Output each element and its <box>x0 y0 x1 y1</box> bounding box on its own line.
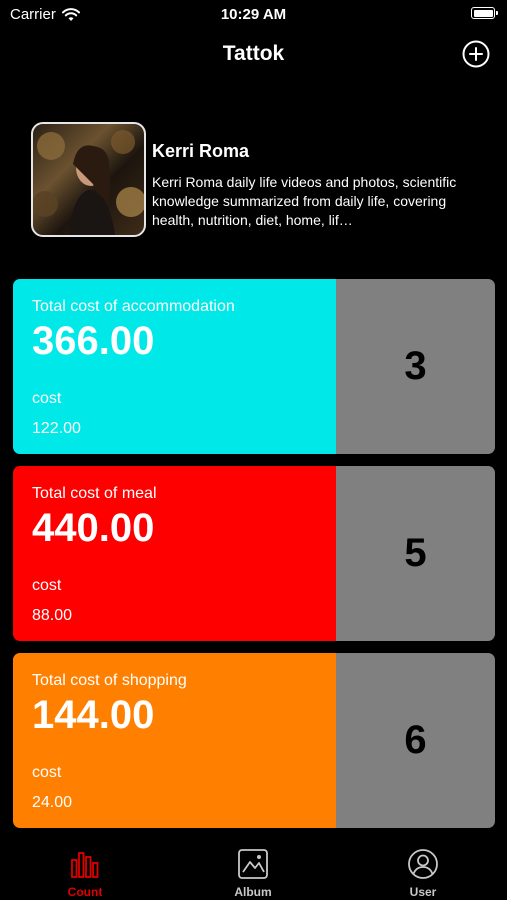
card-cost-label: cost <box>32 577 62 594</box>
card-cost-value: 24.00 <box>32 794 73 811</box>
tab-count[interactable]: Count <box>25 848 145 899</box>
status-bar: Carrier 10:29 AM <box>0 0 507 30</box>
card-total: 366.00 <box>32 319 155 363</box>
tab-album[interactable]: Album <box>193 848 313 899</box>
tab-user[interactable]: User <box>363 848 483 899</box>
profile-description: Kerri Roma daily life videos and photos,… <box>152 174 457 228</box>
card-count-panel: 6 <box>336 653 495 828</box>
add-button[interactable] <box>462 40 490 68</box>
card-main: Total cost of shopping 144.00 cost 24.00 <box>13 653 336 828</box>
card-count-panel: 5 <box>336 466 495 641</box>
card-cost-value: 88.00 <box>32 607 73 624</box>
card-count: 5 <box>404 531 427 575</box>
avatar <box>31 122 146 237</box>
card-total: 440.00 <box>32 506 155 550</box>
card-count: 6 <box>404 718 427 762</box>
profile-header: Kerri Roma Kerri Roma daily life videos … <box>31 122 487 237</box>
card-main: Total cost of meal 440.00 cost 88.00 <box>13 466 336 641</box>
app-screen: Carrier 10:29 AM Tattok Kerri Roma Kerri… <box>0 0 507 900</box>
card-title: Total cost of meal <box>32 485 157 502</box>
card-title: Total cost of accommodation <box>32 298 235 315</box>
card-accommodation[interactable]: Total cost of accommodation 366.00 cost … <box>13 279 495 454</box>
card-count: 3 <box>404 344 427 388</box>
nav-bar: Tattok <box>0 36 507 76</box>
page-title: Tattok <box>222 42 285 65</box>
card-title: Total cost of shopping <box>32 672 187 689</box>
tab-label: Album <box>234 885 272 899</box>
tab-label: Count <box>67 885 103 899</box>
bar-chart-icon <box>71 852 99 878</box>
card-cost-label: cost <box>32 764 62 781</box>
card-main: Total cost of accommodation 366.00 cost … <box>13 279 336 454</box>
profile-name: Kerri Roma <box>152 141 250 161</box>
tab-label: User <box>409 885 437 899</box>
card-count-panel: 3 <box>336 279 495 454</box>
card-cost-label: cost <box>32 390 62 407</box>
card-meal[interactable]: Total cost of meal 440.00 cost 88.00 5 <box>13 466 495 641</box>
card-cost-value: 122.00 <box>32 420 81 437</box>
photo-album-icon <box>238 849 268 879</box>
card-shopping[interactable]: Total cost of shopping 144.00 cost 24.00… <box>13 653 495 828</box>
tab-bar: Count Album User <box>0 840 507 900</box>
user-icon <box>408 849 438 879</box>
card-total: 144.00 <box>32 693 155 737</box>
battery-icon <box>471 7 498 19</box>
status-time: 10:29 AM <box>220 6 287 23</box>
